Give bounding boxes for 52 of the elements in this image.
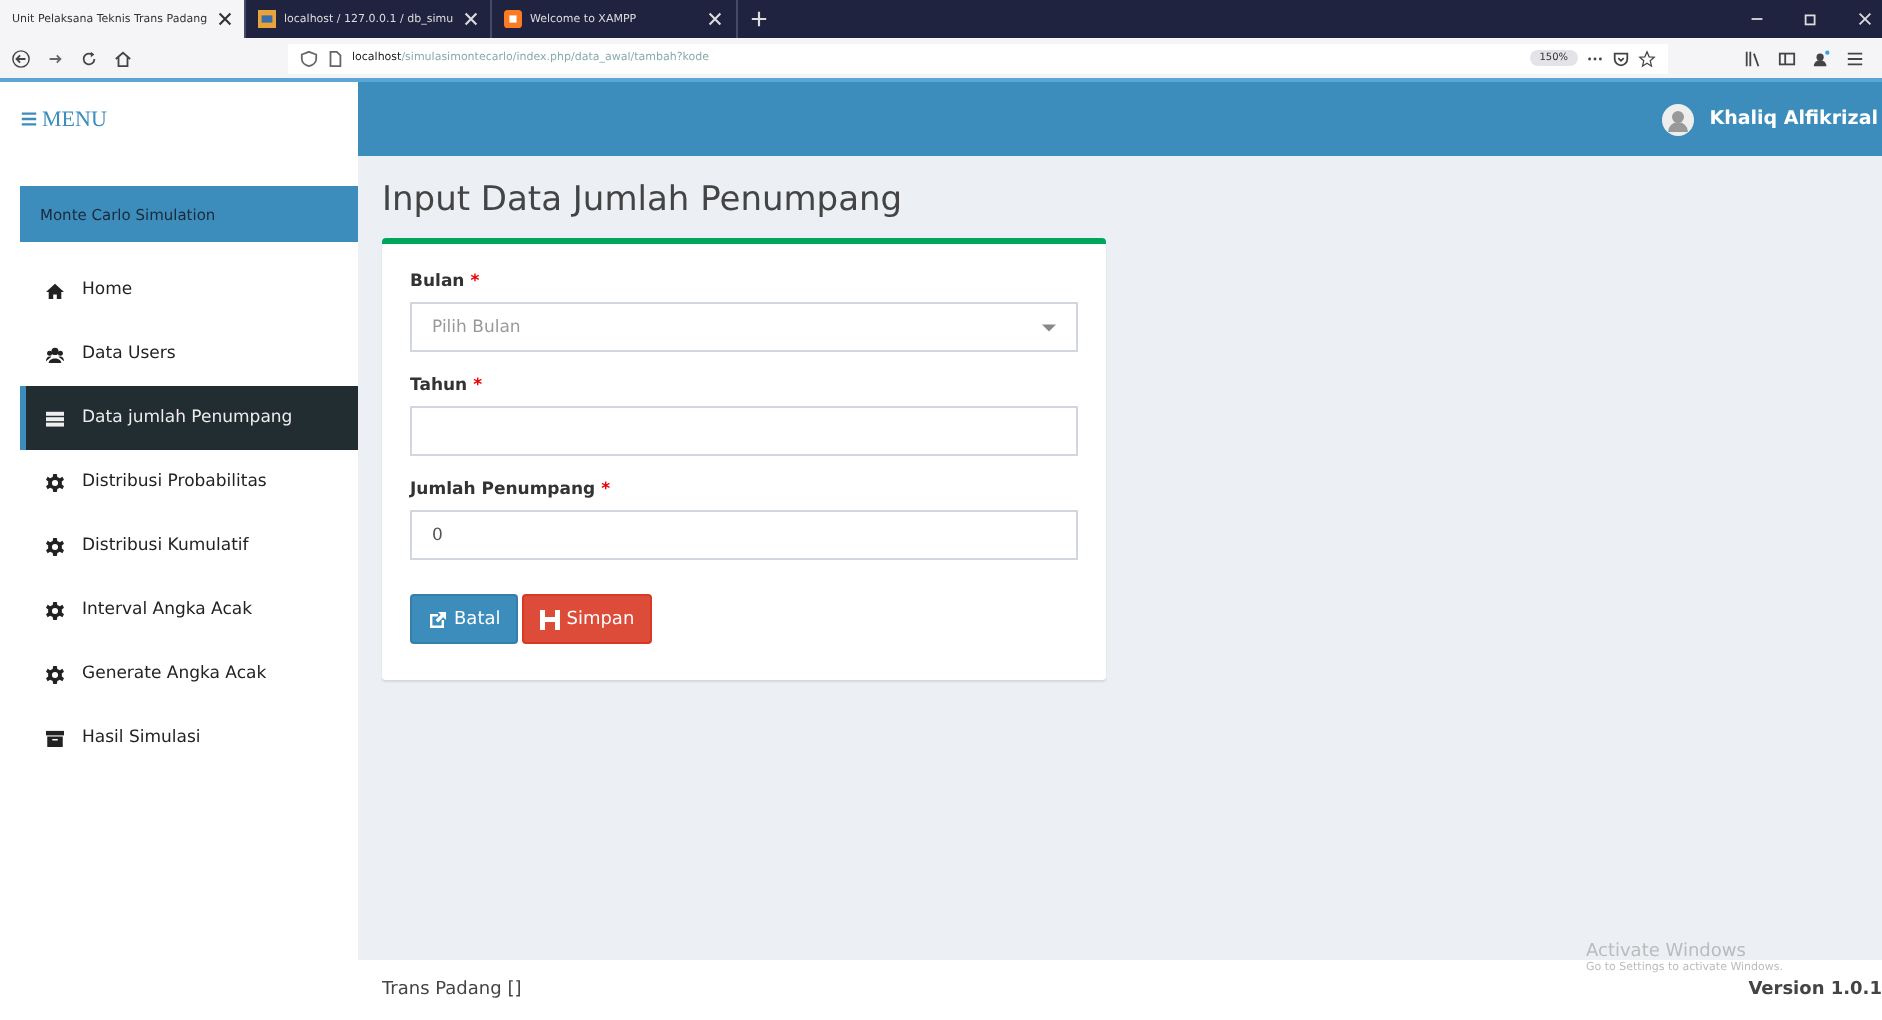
input-field[interactable]: 0 <box>410 510 1078 560</box>
field-label: Tahun * <box>410 376 485 396</box>
save-button[interactable]: Simpan <box>522 594 653 644</box>
gear-icon <box>46 665 64 683</box>
forward-icon <box>46 49 64 67</box>
menu-toggle[interactable]: MENU <box>0 82 358 156</box>
close-icon <box>1856 10 1874 28</box>
avatar-icon <box>1661 103 1694 135</box>
pocket-icon <box>1612 49 1630 67</box>
shield-icon <box>300 49 318 67</box>
version-text: Version 1.0.1 <box>1748 980 1882 1000</box>
star-icon <box>1638 49 1656 67</box>
sidebar-item[interactable]: Home <box>20 258 358 322</box>
sidebar-icon <box>1778 49 1796 67</box>
save-icon <box>540 609 561 629</box>
activation-notice: Activate Windows <box>1586 942 1746 962</box>
sidebar-item[interactable]: Generate Angka Acak <box>20 642 358 706</box>
page-title: Input Data Jumlah Penumpang <box>382 180 905 220</box>
footer-text: Trans Padang [] <box>382 980 522 1000</box>
sidebar-item[interactable]: Interval Angka Acak <box>20 578 358 642</box>
sidebar-item[interactable]: Data Users <box>20 322 358 386</box>
field-label: Jumlah Penumpang * <box>410 480 613 500</box>
archive-icon <box>46 729 64 747</box>
sidebar-item[interactable]: Distribusi Kumulatif <box>20 514 358 578</box>
reload-icon <box>80 49 98 67</box>
list-icon <box>46 409 64 427</box>
cancel-button[interactable]: Batal <box>410 594 519 644</box>
page-icon <box>326 49 344 67</box>
sidebar-item[interactable]: Data jumlah Penumpang <box>20 386 358 450</box>
library-icon <box>1744 49 1762 67</box>
close-icon <box>706 10 724 28</box>
menu-icon <box>1846 49 1864 67</box>
back-icon <box>12 49 30 67</box>
close-icon <box>215 10 234 28</box>
users-icon <box>46 345 64 363</box>
gear-icon <box>46 537 64 555</box>
home-icon <box>114 49 132 67</box>
menu-icon <box>20 110 38 128</box>
home-icon <box>46 281 64 299</box>
favicon-icon <box>504 10 522 28</box>
input-field[interactable] <box>410 406 1078 456</box>
gear-icon <box>46 601 64 619</box>
user-name[interactable]: Khaliq Alfikrizal <box>1709 108 1878 130</box>
restore-icon <box>1802 10 1820 28</box>
close-icon <box>461 10 480 28</box>
sidebar-item[interactable]: Hasil Simulasi <box>20 706 358 770</box>
account-icon <box>1812 49 1830 67</box>
sidebar-item[interactable]: Distribusi Probabilitas <box>20 450 358 514</box>
caret-icon <box>1042 323 1056 331</box>
gear-icon <box>46 473 64 491</box>
field-label: Bulan * <box>410 272 482 292</box>
favicon-icon <box>258 10 276 28</box>
